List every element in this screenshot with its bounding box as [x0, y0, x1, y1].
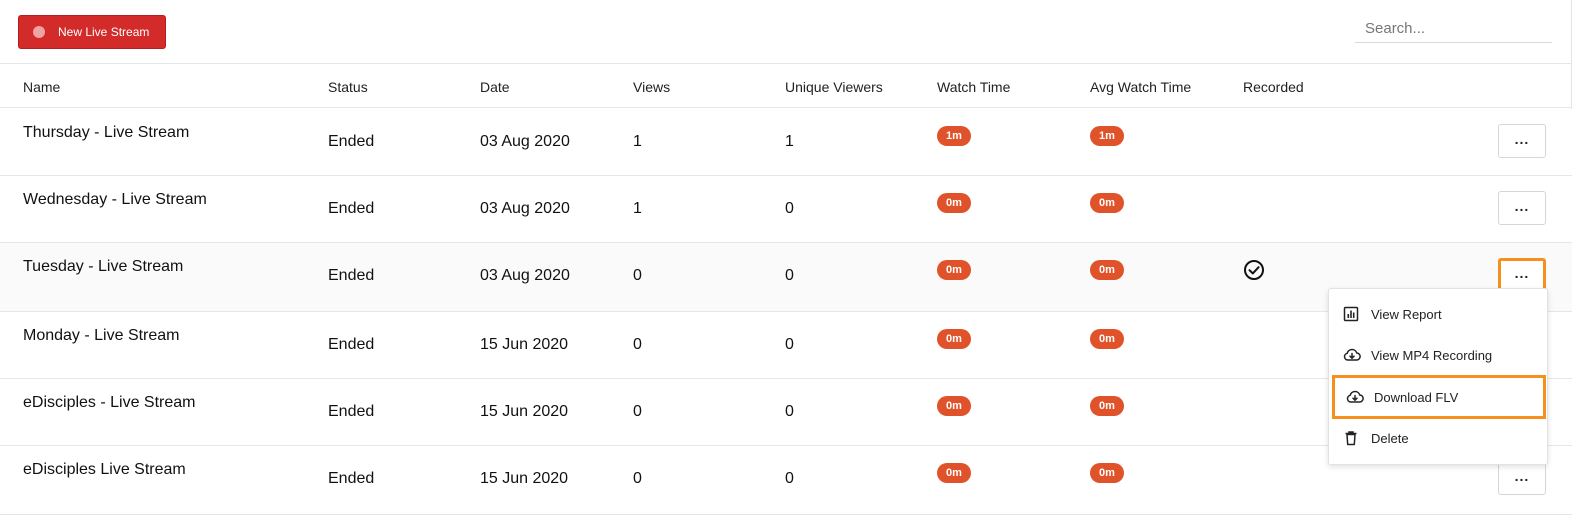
- stream-views: 0: [633, 403, 642, 420]
- stream-status: Ended: [328, 267, 375, 284]
- search-input[interactable]: [1355, 14, 1552, 43]
- avg-watch-time-badge: 1m: [1090, 126, 1124, 146]
- stream-date: 03 Aug 2020: [480, 267, 570, 284]
- cloud-download-icon: [1346, 390, 1364, 403]
- stream-name[interactable]: eDisciples Live Stream: [23, 461, 186, 479]
- column-header-date[interactable]: Date: [480, 79, 510, 95]
- record-dot-icon: [33, 26, 45, 38]
- stream-unique-viewers: 0: [785, 336, 794, 353]
- row-actions-button[interactable]: ...: [1498, 461, 1546, 495]
- row-actions-button[interactable]: ...: [1498, 191, 1546, 225]
- table-row[interactable]: Wednesday - Live Stream Ended 03 Aug 202…: [0, 176, 1572, 243]
- stream-views: 0: [633, 470, 642, 487]
- stream-unique-viewers: 0: [785, 470, 794, 487]
- trash-icon: [1345, 431, 1357, 446]
- table-row[interactable]: Thursday - Live Stream Ended 03 Aug 2020…: [0, 109, 1572, 176]
- stream-name[interactable]: Tuesday - Live Stream: [23, 258, 183, 276]
- stream-name[interactable]: eDisciples - Live Stream: [23, 394, 196, 412]
- stream-status: Ended: [328, 470, 375, 487]
- watch-time-badge: 0m: [937, 260, 971, 280]
- stream-unique-viewers: 0: [785, 403, 794, 420]
- menu-item-label: View MP4 Recording: [1371, 347, 1493, 363]
- stream-views: 1: [633, 200, 642, 217]
- column-header-status[interactable]: Status: [328, 79, 368, 95]
- avg-watch-time-badge: 0m: [1090, 193, 1124, 213]
- stream-views: 0: [633, 267, 642, 284]
- stream-date: 15 Jun 2020: [480, 336, 569, 353]
- recorded-check-icon: [1244, 260, 1264, 280]
- stream-date: 03 Aug 2020: [480, 133, 570, 150]
- avg-watch-time-badge: 0m: [1090, 329, 1124, 349]
- stream-name[interactable]: Thursday - Live Stream: [23, 124, 189, 142]
- menu-item-label: View Report: [1371, 306, 1442, 322]
- menu-item-label: Download FLV: [1374, 389, 1459, 405]
- avg-watch-time-badge: 0m: [1090, 396, 1124, 416]
- stream-date: 03 Aug 2020: [480, 200, 570, 217]
- menu-item-view-mp4-recording[interactable]: View MP4 Recording: [1329, 335, 1549, 375]
- stream-name[interactable]: Wednesday - Live Stream: [23, 191, 207, 209]
- row-actions-button[interactable]: ...: [1498, 258, 1546, 292]
- menu-item-download-flv[interactable]: Download FLV: [1332, 375, 1546, 419]
- watch-time-badge: 1m: [937, 126, 971, 146]
- stream-status: Ended: [328, 336, 375, 353]
- avg-watch-time-badge: 0m: [1090, 260, 1124, 280]
- column-header-watch-time[interactable]: Watch Time: [937, 79, 1010, 95]
- row-actions-menu: View Report View MP4 Recording Download …: [1328, 288, 1548, 465]
- menu-item-view-report[interactable]: View Report: [1329, 294, 1549, 334]
- column-header-avg-watch-time[interactable]: Avg Watch Time: [1090, 79, 1191, 95]
- stream-status: Ended: [328, 403, 375, 420]
- cloud-download-icon: [1343, 348, 1361, 361]
- new-live-stream-button[interactable]: New Live Stream: [18, 15, 166, 49]
- stream-unique-viewers: 0: [785, 200, 794, 217]
- bar-chart-icon: [1343, 306, 1359, 322]
- watch-time-badge: 0m: [937, 463, 971, 483]
- stream-status: Ended: [328, 200, 375, 217]
- stream-views: 0: [633, 336, 642, 353]
- row-actions-button[interactable]: ...: [1498, 124, 1546, 158]
- streams-panel: New Live Stream Name Status Date Views U…: [0, 0, 1572, 515]
- menu-item-delete[interactable]: Delete: [1329, 418, 1549, 458]
- column-header-views[interactable]: Views: [633, 79, 670, 95]
- stream-unique-viewers: 0: [785, 267, 794, 284]
- watch-time-badge: 0m: [937, 396, 971, 416]
- table-header: Name Status Date Views Unique Viewers Wa…: [0, 64, 1572, 108]
- column-header-unique-viewers[interactable]: Unique Viewers: [785, 79, 883, 95]
- stream-date: 15 Jun 2020: [480, 470, 569, 487]
- watch-time-badge: 0m: [937, 329, 971, 349]
- menu-item-label: Delete: [1371, 430, 1409, 446]
- stream-date: 15 Jun 2020: [480, 403, 569, 420]
- column-header-name[interactable]: Name: [23, 79, 60, 95]
- stream-unique-viewers: 1: [785, 133, 794, 150]
- watch-time-badge: 0m: [937, 193, 971, 213]
- column-header-recorded[interactable]: Recorded: [1243, 79, 1304, 95]
- stream-views: 1: [633, 133, 642, 150]
- new-live-stream-label: New Live Stream: [58, 25, 150, 39]
- avg-watch-time-badge: 0m: [1090, 463, 1124, 483]
- stream-status: Ended: [328, 133, 375, 150]
- stream-name[interactable]: Monday - Live Stream: [23, 327, 180, 345]
- toolbar: New Live Stream: [0, 0, 1572, 64]
